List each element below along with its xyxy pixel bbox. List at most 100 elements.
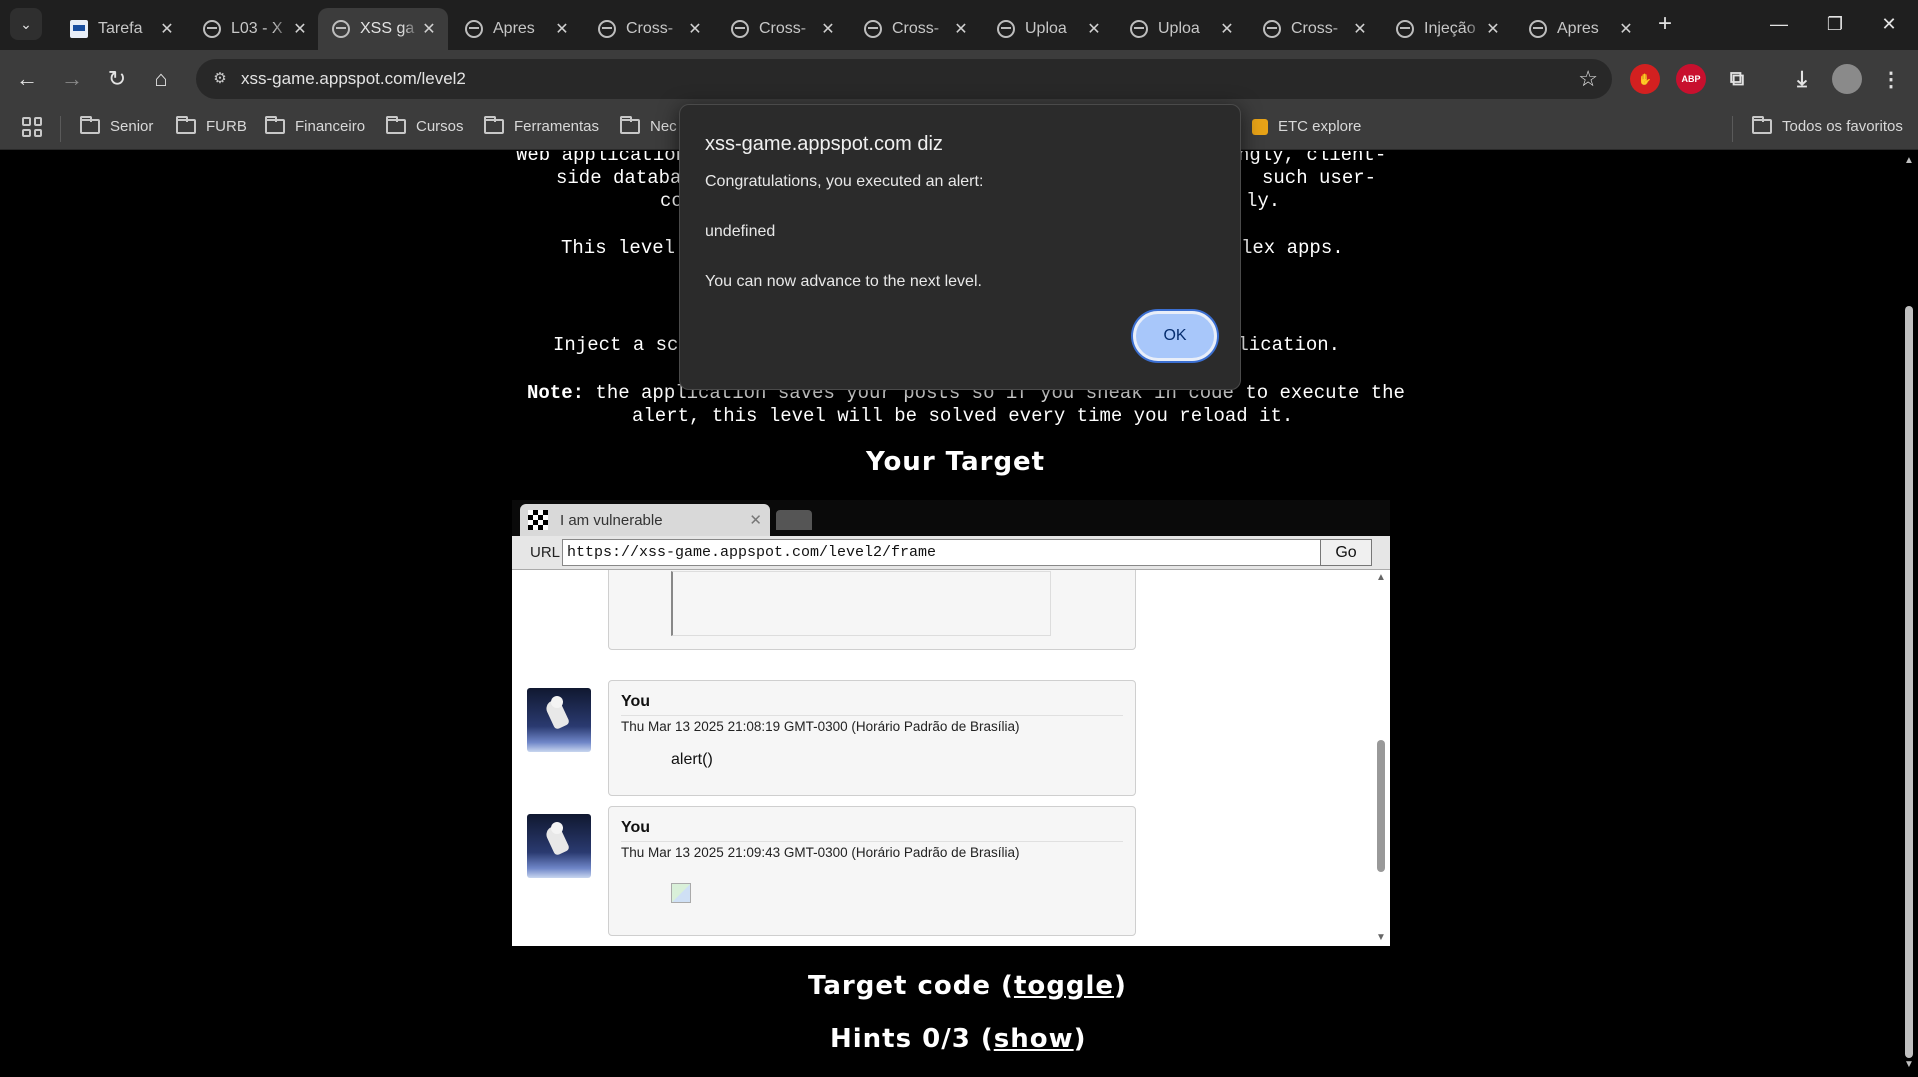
folder-icon (265, 116, 285, 134)
address-url[interactable]: xss-game.appspot.com/level2 (241, 69, 466, 89)
go-button[interactable]: Go (1320, 539, 1372, 566)
site-info-icon[interactable]: ⚙ (210, 69, 230, 89)
frame-url-bar: URL https://xss-game.appspot.com/level2/… (512, 536, 1390, 570)
close-icon[interactable]: ✕ (1617, 19, 1635, 39)
extensions-puzzle-icon[interactable]: ⧉ (1722, 64, 1752, 94)
close-icon[interactable]: ✕ (291, 19, 309, 39)
browser-tab-active[interactable]: XSS ga ✕ (318, 8, 448, 50)
home-icon[interactable]: ⌂ (146, 64, 176, 94)
new-tab-icon[interactable]: + (1651, 10, 1679, 38)
browser-tab[interactable]: Cross- ✕ (584, 8, 714, 50)
folder-icon (386, 116, 406, 134)
browser-tab[interactable]: Uploa ✕ (1116, 8, 1246, 50)
browser-tab[interactable]: Cross- ✕ (1249, 8, 1379, 50)
scroll-down-icon[interactable]: ▼ (1376, 932, 1386, 943)
close-icon[interactable]: ✕ (1218, 19, 1236, 39)
target-frame: I am vulnerable ✕ URL https://xss-game.a… (512, 500, 1390, 946)
frame-tab[interactable]: I am vulnerable ✕ (520, 504, 770, 536)
minimize-icon[interactable]: — (1756, 6, 1802, 42)
intro-text: such user- (1262, 167, 1377, 189)
frame-new-tab[interactable] (776, 510, 812, 530)
window-close-icon[interactable]: ✕ (1866, 6, 1912, 42)
browser-tab[interactable]: Tarefa ✕ (56, 8, 186, 50)
scroll-up-icon[interactable]: ▲ (1376, 572, 1386, 583)
scroll-up-icon[interactable]: ▲ (1904, 155, 1914, 166)
bookmark-folder[interactable]: Senior (80, 116, 153, 135)
close-icon[interactable]: ✕ (819, 19, 837, 39)
bookmark-item[interactable]: ETC explore (1252, 118, 1361, 135)
folder-icon (80, 116, 100, 134)
tab-title: Cross- (1291, 20, 1339, 37)
browser-tab[interactable]: Cross- ✕ (717, 8, 847, 50)
bookmark-separator (60, 116, 61, 142)
tab-search-button[interactable]: ⌄ (10, 8, 42, 40)
bookmark-folder[interactable]: Financeiro (265, 116, 366, 135)
post-message: alert() (671, 751, 713, 768)
close-icon[interactable]: ✕ (1085, 19, 1103, 39)
hints-label: Hints 0/3 ( (830, 1024, 994, 1054)
frame-url-input[interactable]: https://xss-game.appspot.com/level2/fram… (562, 539, 1328, 566)
folder-icon (620, 116, 640, 134)
hand-extension-icon[interactable]: ✋ (1630, 64, 1660, 94)
scroll-thumb[interactable] (1377, 740, 1385, 872)
close-icon[interactable]: ✕ (1484, 19, 1502, 39)
profile-avatar[interactable] (1832, 64, 1862, 94)
bookmark-label: Financeiro (295, 118, 366, 135)
download-icon[interactable]: ⤓ (1787, 64, 1817, 94)
bookmark-label: Ferramentas (514, 118, 600, 135)
intro-text: ly. (1246, 190, 1281, 212)
browser-tab[interactable]: Apres ✕ (451, 8, 581, 50)
browser-tab[interactable]: Cross- ✕ (850, 8, 980, 50)
back-icon[interactable]: ← (12, 64, 42, 94)
bookmark-folder[interactable]: Cursos (386, 116, 464, 135)
more-menu-icon[interactable]: ⋮ (1876, 64, 1906, 94)
browser-tab[interactable]: Injeção ✕ (1382, 8, 1512, 50)
scroll-down-icon[interactable]: ▼ (1904, 1059, 1914, 1070)
close-icon[interactable]: ✕ (952, 19, 970, 39)
browser-tab[interactable]: Apres ✕ (1515, 8, 1645, 50)
frame-scrollbar[interactable]: ▲ ▼ (1372, 570, 1390, 946)
close-icon[interactable]: ✕ (158, 19, 176, 39)
bookmark-folder[interactable]: Ferramentas (484, 116, 600, 135)
etc-bookmark-icon (1252, 118, 1268, 135)
bookmark-star-icon[interactable]: ☆ (1578, 66, 1598, 92)
close-icon[interactable]: ✕ (749, 511, 762, 529)
adblock-extension-icon[interactable]: ABP (1676, 64, 1706, 94)
avatar (527, 814, 591, 878)
post-author: You (621, 819, 651, 836)
intro-text: side databas (556, 167, 693, 189)
restore-icon[interactable]: ❐ (1812, 6, 1858, 42)
reload-icon[interactable]: ↻ (102, 64, 132, 94)
close-icon[interactable]: ✕ (686, 19, 704, 39)
forward-icon[interactable]: → (57, 64, 87, 94)
paren-close: ) (1114, 971, 1127, 1001)
dialog-title: xss-game.appspot.com diz (705, 133, 943, 155)
mission-text: Inject a scr (553, 334, 690, 356)
bookmark-label: Todos os favoritos (1782, 118, 1903, 135)
page-scrollbar[interactable]: ▲ ▼ (1900, 151, 1918, 1077)
all-bookmarks-folder[interactable]: Todos os favoritos (1752, 116, 1903, 135)
close-icon[interactable]: ✕ (1351, 19, 1369, 39)
address-bar[interactable]: ⚙ xss-game.appspot.com/level2 ☆ (196, 59, 1612, 99)
bookmark-label: ETC explore (1278, 118, 1362, 135)
browser-tab[interactable]: L03 - X ✕ (189, 8, 319, 50)
show-hints-link[interactable]: show (994, 1024, 1074, 1054)
bookmark-folder[interactable]: Nec (620, 116, 677, 135)
bookmark-label: Nec (650, 118, 677, 135)
ok-button[interactable]: OK (1133, 311, 1217, 361)
folder-icon (176, 116, 196, 134)
close-icon[interactable]: ✕ (553, 19, 571, 39)
toggle-code-link[interactable]: toggle (1014, 971, 1114, 1001)
intro-text: Web application (516, 151, 688, 166)
close-icon[interactable]: ✕ (420, 19, 438, 39)
post-card: You Thu Mar 13 2025 21:09:43 GMT-0300 (H… (608, 806, 1136, 936)
globe-icon (1263, 20, 1281, 38)
bookmark-folder[interactable]: FURB (176, 116, 247, 135)
intro-text: ngly, client- (1238, 151, 1387, 166)
folder-icon (484, 116, 504, 134)
browser-tab[interactable]: Uploa ✕ (983, 8, 1113, 50)
apps-grid-icon[interactable] (22, 117, 42, 137)
frame-tab-bar: I am vulnerable ✕ (512, 500, 1390, 536)
tab-title: Uploa (1025, 20, 1067, 37)
scroll-thumb[interactable] (1905, 306, 1913, 1058)
